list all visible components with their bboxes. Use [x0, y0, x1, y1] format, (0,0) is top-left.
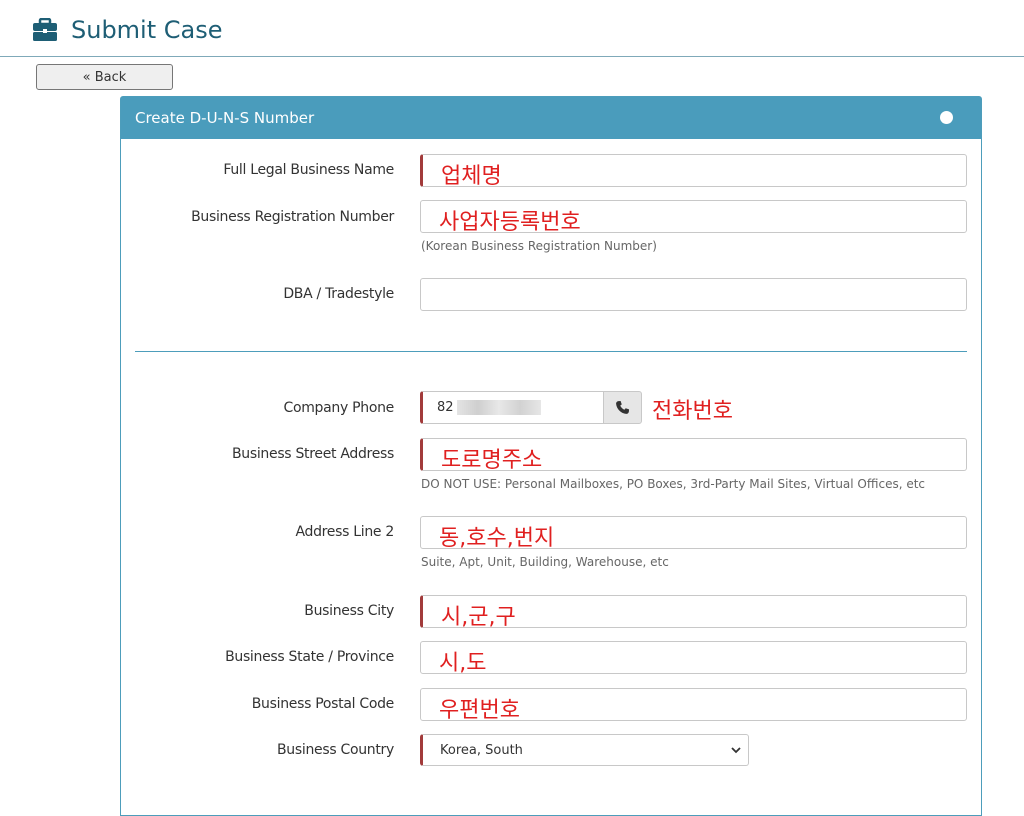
street-label: Business Street Address [231, 446, 394, 462]
phone-icon [616, 400, 630, 414]
phone-redacted [457, 400, 541, 415]
address2-value: 동,호수,번지 [439, 526, 555, 551]
city-input[interactable]: 시,군,구 [420, 595, 967, 630]
page-header: Submit Case [0, 0, 1024, 57]
state-input[interactable]: 시,도 [420, 641, 967, 676]
phone-label: Company Phone [283, 400, 394, 416]
legal-name-label: Full Legal Business Name [223, 162, 394, 178]
panel-header: Create D-U-N-S Number [121, 97, 981, 139]
dba-input[interactable] [420, 278, 967, 311]
status-dot-icon [940, 111, 953, 124]
country-value: Korea, South [440, 743, 523, 758]
reg-number-help: (Korean Business Registration Number) [421, 239, 657, 253]
street-input[interactable]: 도로명주소 [420, 438, 967, 473]
phone-input[interactable]: 82 [420, 391, 604, 424]
address2-input[interactable]: 동,호수,번지 [420, 516, 967, 551]
dba-label: DBA / Tradestyle [283, 286, 394, 302]
postal-input[interactable]: 우편번호 [420, 688, 967, 723]
phone-note: 전화번호 [652, 399, 733, 424]
reg-number-label: Business Registration Number [191, 209, 394, 225]
postal-label: Business Postal Code [251, 696, 395, 712]
reg-number-input[interactable]: 사업자등록번호 [420, 200, 967, 235]
phone-prefix: 82 [437, 400, 454, 415]
briefcase-icon [33, 18, 57, 41]
street-help: DO NOT USE: Personal Mailboxes, PO Boxes… [421, 477, 926, 491]
postal-value: 우편번호 [439, 698, 520, 723]
country-label: Business Country [276, 742, 394, 758]
legal-name-value: 업체명 [441, 164, 502, 189]
chevron-down-icon [731, 747, 741, 754]
back-button[interactable]: « Back [36, 64, 173, 90]
legal-name-input[interactable]: 업체명 [420, 154, 967, 189]
phone-button[interactable] [603, 391, 642, 424]
panel-title: Create D-U-N-S Number [135, 109, 315, 127]
page-title: Submit Case [71, 16, 223, 44]
address2-help: Suite, Apt, Unit, Building, Warehouse, e… [421, 555, 669, 569]
state-value: 시,도 [439, 651, 487, 676]
reg-number-value: 사업자등록번호 [439, 210, 581, 235]
city-label: Business City [304, 603, 394, 619]
phone-group: 82 [420, 391, 642, 424]
street-value: 도로명주소 [441, 448, 543, 473]
section-divider [135, 351, 967, 352]
city-value: 시,군,구 [441, 605, 516, 630]
state-label: Business State / Province [225, 649, 394, 665]
country-select[interactable]: Korea, South [420, 734, 749, 766]
address2-label: Address Line 2 [295, 524, 394, 540]
